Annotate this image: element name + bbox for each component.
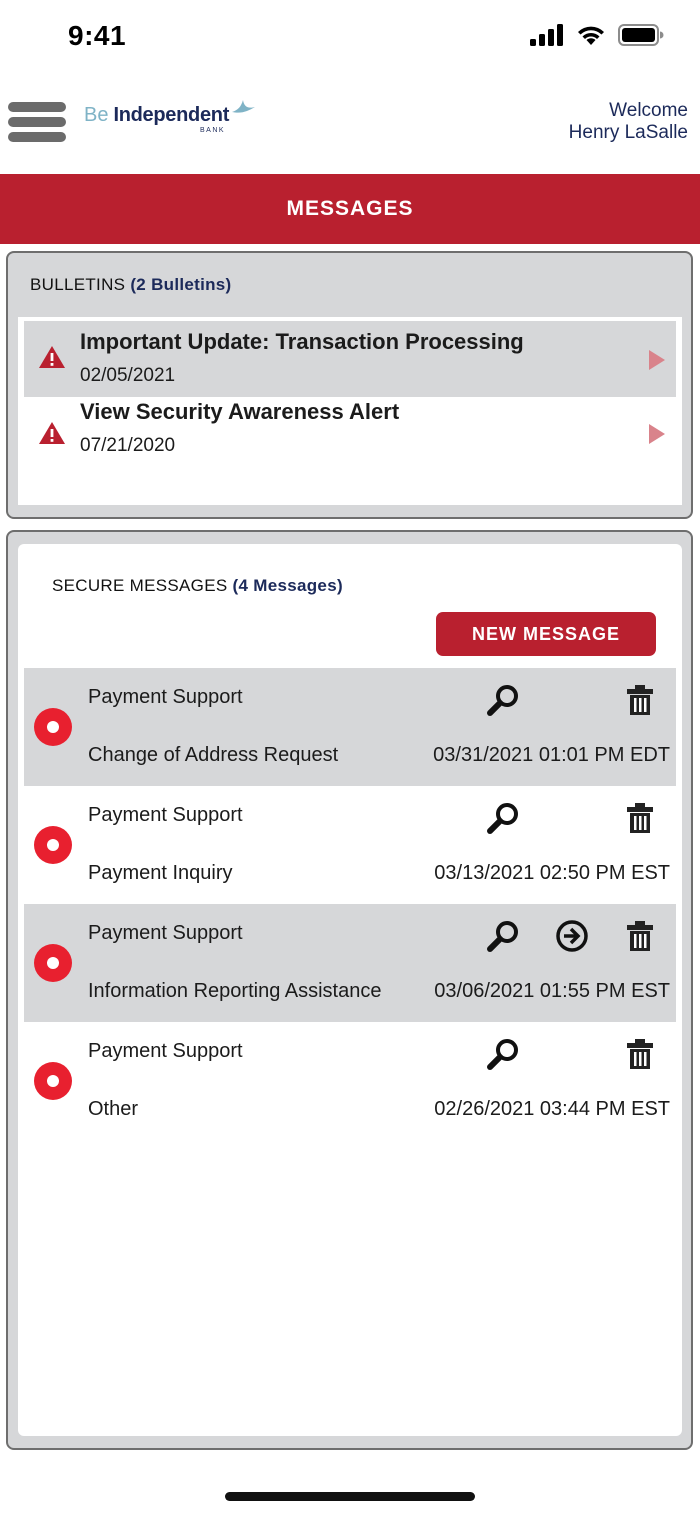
warning-icon xyxy=(39,422,65,444)
logo-be: Be xyxy=(84,104,109,126)
message-row[interactable]: Payment Support Payment Inquiry 03/13/20… xyxy=(24,786,676,904)
search-icon[interactable] xyxy=(486,800,522,836)
page-title-bar: MESSAGES xyxy=(0,174,700,244)
bulletin-item[interactable]: View Security Awareness Alert 07/21/2020 xyxy=(24,397,676,473)
bulletin-title: Important Update: Transaction Processing xyxy=(80,329,524,354)
warning-icon xyxy=(39,346,65,368)
bulletins-list: Important Update: Transaction Processing… xyxy=(18,317,682,505)
app-header: Be Independent BANK Welcome Henry LaSall… xyxy=(0,90,700,164)
secure-messages-list: SECURE MESSAGES (4 Messages) NEW MESSAGE… xyxy=(18,544,682,1436)
trash-icon[interactable] xyxy=(622,918,658,954)
trash-icon[interactable] xyxy=(622,1036,658,1072)
trash-icon[interactable] xyxy=(622,682,658,718)
message-from: Payment Support xyxy=(88,922,243,944)
menu-icon[interactable] xyxy=(8,102,66,142)
forward-icon[interactable] xyxy=(554,918,590,954)
bird-logo-icon xyxy=(232,100,255,113)
bank-logo[interactable]: Be Independent BANK xyxy=(84,100,255,144)
message-from: Payment Support xyxy=(88,804,243,826)
message-subject: Information Reporting Assistance xyxy=(88,980,382,1002)
search-icon[interactable] xyxy=(486,1036,522,1072)
unread-indicator xyxy=(34,826,72,864)
unread-indicator xyxy=(34,1062,72,1100)
welcome-line: Welcome xyxy=(609,100,688,121)
status-bar: 9:41 xyxy=(0,0,700,76)
search-icon[interactable] xyxy=(486,918,522,954)
wifi-icon xyxy=(578,26,604,45)
secure-messages-panel: SECURE MESSAGES (4 Messages) NEW MESSAGE… xyxy=(6,530,693,1450)
bulletins-panel: BULLETINS (2 Bulletins) Important Update… xyxy=(6,251,693,519)
message-date: 02/26/2021 03:44 PM EST xyxy=(434,1098,670,1120)
secure-messages-label: SECURE MESSAGES xyxy=(52,576,228,595)
bulletins-count: (2 Bulletins) xyxy=(130,275,232,294)
search-icon[interactable] xyxy=(486,682,522,718)
secure-messages-count: (4 Messages) xyxy=(232,576,343,595)
chevron-right-icon xyxy=(649,424,665,444)
chevron-right-icon xyxy=(649,350,665,370)
user-name: Henry LaSalle xyxy=(568,122,688,143)
message-row[interactable]: Payment Support Information Reporting As… xyxy=(24,904,676,1022)
logo-bank: BANK xyxy=(200,127,226,134)
unread-indicator xyxy=(34,944,72,982)
bulletin-date: 07/21/2020 xyxy=(80,435,176,456)
unread-indicator xyxy=(34,708,72,746)
secure-messages-header: SECURE MESSAGES (4 Messages) xyxy=(52,576,343,596)
message-row[interactable]: Payment Support Change of Address Reques… xyxy=(24,668,676,786)
home-indicator[interactable] xyxy=(225,1492,475,1501)
message-subject: Change of Address Request xyxy=(88,744,339,766)
message-row[interactable]: Payment Support Other 02/26/2021 03:44 P… xyxy=(24,1022,676,1140)
bulletin-title: View Security Awareness Alert xyxy=(80,399,400,424)
bulletins-header: BULLETINS (2 Bulletins) xyxy=(30,275,232,295)
signal-icon xyxy=(530,24,563,46)
bulletin-date: 02/05/2021 xyxy=(80,365,176,386)
message-from: Payment Support xyxy=(88,1040,243,1062)
battery-icon xyxy=(618,24,664,46)
logo-independent: Independent xyxy=(113,104,230,126)
message-date: 03/31/2021 01:01 PM EDT xyxy=(433,744,670,766)
page-title: MESSAGES xyxy=(286,197,414,220)
status-time: 9:41 xyxy=(68,20,127,51)
message-subject: Other xyxy=(88,1098,139,1120)
message-date: 03/13/2021 02:50 PM EST xyxy=(434,862,670,884)
bulletin-item[interactable]: Important Update: Transaction Processing… xyxy=(24,321,676,397)
new-message-button[interactable]: NEW MESSAGE xyxy=(436,612,656,656)
message-from: Payment Support xyxy=(88,686,243,708)
message-subject: Payment Inquiry xyxy=(88,862,233,884)
trash-icon[interactable] xyxy=(622,800,658,836)
welcome-text: Welcome Henry LaSalle xyxy=(569,100,688,144)
bulletins-label: BULLETINS xyxy=(30,275,126,294)
message-date: 03/06/2021 01:55 PM EST xyxy=(434,980,670,1002)
status-icons xyxy=(530,24,664,46)
